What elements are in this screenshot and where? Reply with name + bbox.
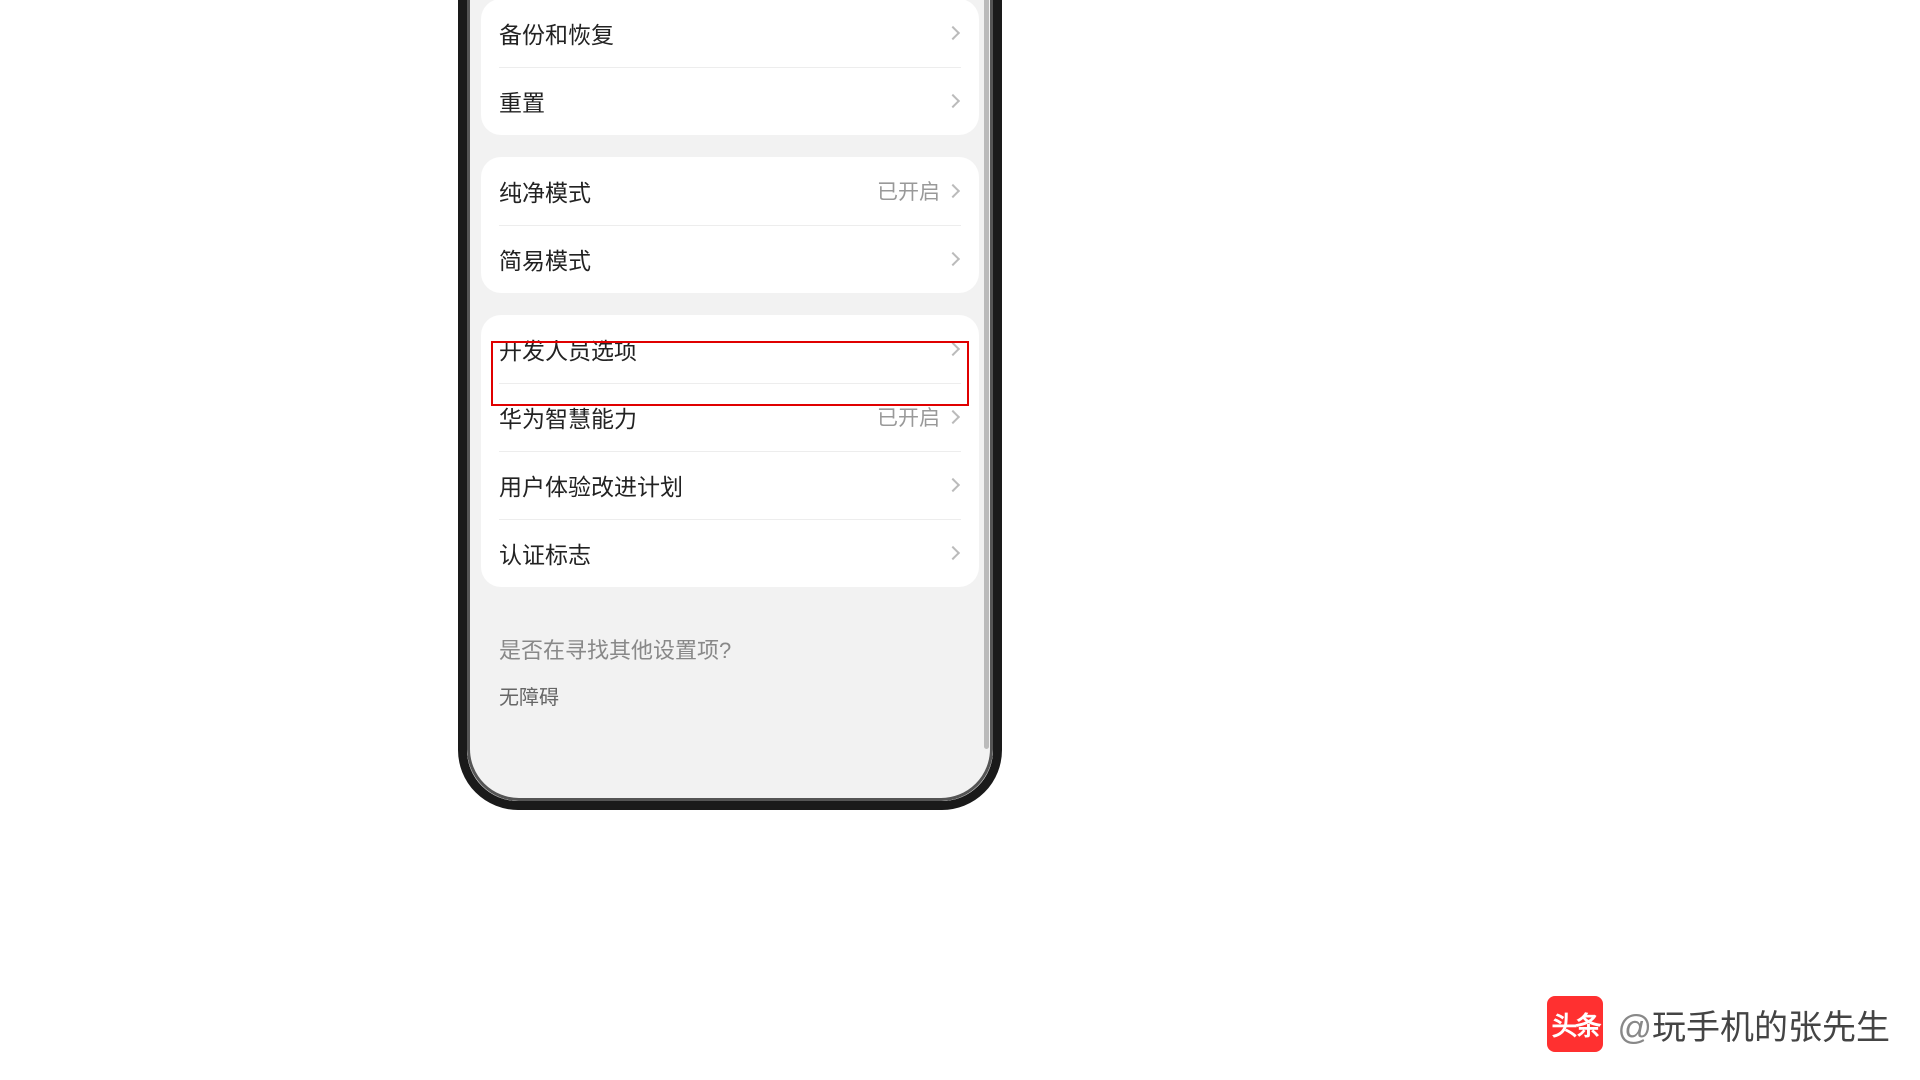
row-label: 认证标志 — [499, 536, 591, 570]
phone-frame: 备份和恢复 重置 纯净模式 已开启 — [458, 0, 1002, 810]
side-button — [1001, 0, 1002, 99]
row-right — [948, 344, 961, 354]
row-simple-mode[interactable]: 简易模式 — [481, 225, 979, 293]
footer-section: 是否在寻找其他设置项? 无障碍 — [481, 609, 979, 750]
watermark-at: @ — [1617, 1009, 1652, 1047]
row-pure-mode[interactable]: 纯净模式 已开启 — [481, 157, 979, 225]
row-value: 已开启 — [877, 176, 940, 206]
row-certification[interactable]: 认证标志 — [481, 519, 979, 587]
row-label: 开发人员选项 — [499, 332, 637, 366]
row-right — [948, 96, 961, 106]
row-right — [948, 548, 961, 558]
row-label: 纯净模式 — [499, 174, 591, 208]
row-reset[interactable]: 重置 — [481, 67, 979, 135]
row-label: 简易模式 — [499, 242, 591, 276]
watermark: 头条 @玩手机的张先生 — [1547, 996, 1890, 1052]
footer-title: 是否在寻找其他设置项? — [499, 633, 961, 665]
row-right — [948, 254, 961, 264]
row-value: 已开启 — [877, 402, 940, 432]
screen: 备份和恢复 重置 纯净模式 已开启 — [467, 0, 993, 801]
settings-content: 备份和恢复 重置 纯净模式 已开启 — [467, 0, 993, 750]
watermark-text: @玩手机的张先生 — [1617, 1000, 1890, 1049]
watermark-logo-text: 头条 — [1551, 1006, 1599, 1043]
watermark-logo-icon: 头条 — [1547, 996, 1603, 1052]
chevron-right-icon — [946, 252, 960, 266]
scrollbar[interactable] — [984, 0, 989, 749]
row-label: 备份和恢复 — [499, 16, 614, 50]
footer-link-accessibility[interactable]: 无障碍 — [499, 681, 961, 710]
row-label: 用户体验改进计划 — [499, 468, 683, 502]
chevron-right-icon — [946, 478, 960, 492]
settings-group-2: 纯净模式 已开启 简易模式 — [481, 157, 979, 293]
chevron-right-icon — [946, 342, 960, 356]
chevron-right-icon — [946, 184, 960, 198]
row-right: 已开启 — [877, 402, 961, 432]
row-label: 重置 — [499, 84, 545, 118]
chevron-right-icon — [946, 410, 960, 424]
chevron-right-icon — [946, 26, 960, 40]
row-huawei-ai[interactable]: 华为智慧能力 已开启 — [481, 383, 979, 451]
watermark-author: 玩手机的张先生 — [1652, 1009, 1890, 1047]
chevron-right-icon — [946, 94, 960, 108]
row-right: 已开启 — [877, 176, 961, 206]
row-right — [948, 28, 961, 38]
settings-group-1: 备份和恢复 重置 — [481, 0, 979, 135]
row-developer-options[interactable]: 开发人员选项 — [481, 315, 979, 383]
settings-group-3: 开发人员选项 华为智慧能力 已开启 用户体验改进计划 — [481, 315, 979, 587]
chevron-right-icon — [946, 546, 960, 560]
row-label: 华为智慧能力 — [499, 400, 637, 434]
row-user-experience[interactable]: 用户体验改进计划 — [481, 451, 979, 519]
row-right — [948, 480, 961, 490]
row-backup-restore[interactable]: 备份和恢复 — [481, 0, 979, 67]
